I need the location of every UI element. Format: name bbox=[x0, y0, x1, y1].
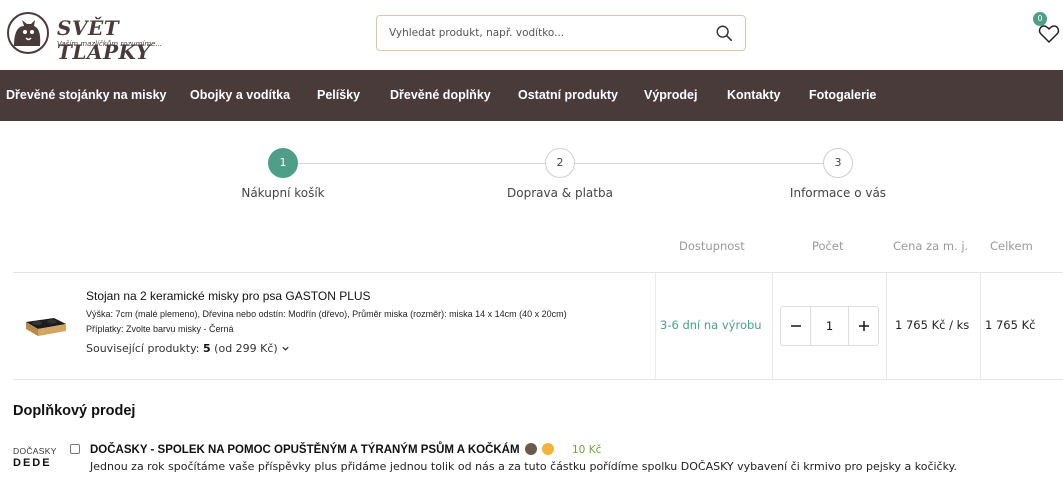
nav-item-gallery[interactable]: Fotogalerie bbox=[809, 70, 876, 121]
step-2-label: Doprava & platba bbox=[507, 186, 613, 200]
column-header-unit-price: Cena za m. j. bbox=[893, 239, 969, 253]
product-image[interactable] bbox=[24, 310, 68, 340]
plus-icon bbox=[858, 321, 869, 331]
step-3-label: Informace o vás bbox=[789, 186, 887, 200]
nav-item-sale[interactable]: Výprodej bbox=[644, 70, 698, 121]
related-products-label: Související produkty: bbox=[86, 342, 200, 355]
site-header: SVĚT TLAPKY Vaším mazlíčkům rozumíme... … bbox=[0, 0, 1063, 70]
docasky-logo: DOČASKY DEDE bbox=[13, 446, 59, 472]
docasky-logo-top: DOČASKY bbox=[13, 446, 57, 456]
table-divider bbox=[13, 379, 1063, 380]
product-name[interactable]: Stojan na 2 keramické misky pro psa GAST… bbox=[86, 289, 371, 303]
product-extras: Příplatky: Zvolte barvu misky - Černá bbox=[86, 324, 234, 334]
nav-item-wooden-accessories[interactable]: Dřevěné doplňky bbox=[390, 70, 491, 121]
product-attributes: Výška: 7cm (malé plemeno), Dřevina nebo … bbox=[86, 309, 567, 319]
nav-item-wooden-stands[interactable]: Dřevěné stojánky na misky bbox=[6, 70, 167, 121]
upsell-product-name: DOČASKY - SPOLEK NA POMOC OPUŠTĚNÝM A TÝ… bbox=[90, 443, 554, 456]
column-separator bbox=[772, 272, 773, 380]
column-header-quantity: Počet bbox=[812, 239, 844, 253]
quantity-stepper bbox=[780, 306, 879, 346]
column-separator bbox=[655, 272, 656, 380]
wishlist-button[interactable]: 0 bbox=[1033, 12, 1063, 44]
upsell-section-title: Doplňkový prodej bbox=[13, 403, 136, 419]
dog-face-icon bbox=[524, 443, 537, 455]
upsell-description: Jednou za rok spočítáme vaše příspěvky p… bbox=[90, 460, 958, 473]
nav-item-beds[interactable]: Pelíšky bbox=[317, 70, 360, 121]
search-box[interactable] bbox=[376, 15, 746, 51]
related-products-toggle[interactable]: Související produkty: 5 (od 299 Kč) bbox=[86, 342, 290, 355]
step-1-label: Nákupní košík bbox=[241, 186, 325, 200]
cat-face-icon bbox=[541, 443, 554, 455]
step-3-circle[interactable]: 3 bbox=[823, 148, 853, 178]
quantity-decrease-button[interactable] bbox=[781, 307, 811, 345]
wishlist-count-badge: 0 bbox=[1033, 12, 1047, 26]
logo-tagline: Vaším mazlíčkům rozumíme... bbox=[57, 40, 163, 48]
nav-item-other-products[interactable]: Ostatní produkty bbox=[518, 70, 618, 121]
search-icon[interactable] bbox=[715, 24, 733, 42]
table-divider bbox=[13, 272, 1063, 273]
column-header-availability: Dostupnost bbox=[679, 239, 745, 253]
upsell-price: 10 Kč bbox=[572, 444, 602, 456]
column-separator bbox=[980, 272, 981, 380]
chevron-down-icon bbox=[282, 346, 289, 351]
main-navigation: Dřevěné stojánky na misky Obojky a vodít… bbox=[0, 70, 1063, 121]
related-products-count: 5 bbox=[203, 342, 211, 355]
step-1-circle[interactable]: 1 bbox=[268, 148, 298, 178]
cat-dog-logo-icon bbox=[7, 12, 49, 54]
related-products-price: (od 299 Kč) bbox=[214, 342, 278, 355]
upsell-product-name-text: DOČASKY - SPOLEK NA POMOC OPUŠTĚNÝM A TÝ… bbox=[90, 444, 520, 456]
availability-status: 3-6 dní na výrobu bbox=[660, 318, 762, 332]
step-2-circle[interactable]: 2 bbox=[545, 148, 575, 178]
unit-price: 1 765 Kč / ks bbox=[895, 318, 970, 332]
docasky-logo-bottom: DEDE bbox=[13, 457, 52, 469]
column-separator bbox=[886, 272, 887, 380]
step-connector bbox=[575, 163, 823, 164]
search-input[interactable] bbox=[389, 24, 709, 42]
minus-icon bbox=[790, 325, 801, 327]
site-logo[interactable]: SVĚT TLAPKY Vaším mazlíčkům rozumíme... bbox=[5, 10, 165, 64]
quantity-input[interactable] bbox=[811, 307, 848, 345]
upsell-checkbox[interactable] bbox=[70, 444, 80, 454]
row-total: 1 765 Kč bbox=[985, 318, 1036, 332]
step-connector bbox=[298, 163, 545, 164]
nav-item-contacts[interactable]: Kontakty bbox=[727, 70, 780, 121]
nav-item-collars-leashes[interactable]: Obojky a vodítka bbox=[190, 70, 290, 121]
quantity-increase-button[interactable] bbox=[848, 307, 878, 345]
column-header-total: Celkem bbox=[990, 239, 1033, 253]
